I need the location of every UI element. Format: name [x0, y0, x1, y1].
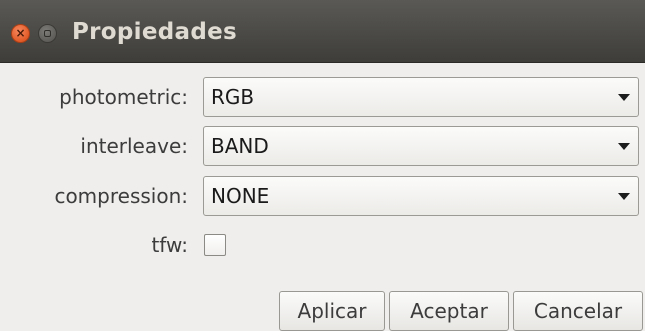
photometric-select[interactable]: RGB — [203, 77, 639, 117]
chevron-down-icon — [618, 94, 630, 101]
tfw-label: tfw: — [151, 233, 188, 257]
cancel-button[interactable]: Cancelar — [513, 291, 643, 331]
accept-button[interactable]: Aceptar — [389, 291, 509, 331]
apply-button[interactable]: Aplicar — [279, 291, 385, 331]
interleave-value: BAND — [211, 134, 269, 158]
interleave-label: interleave: — [80, 134, 188, 158]
chevron-down-icon — [618, 193, 630, 200]
interleave-select[interactable]: BAND — [203, 126, 639, 166]
tfw-checkbox[interactable] — [204, 234, 226, 256]
close-icon: × — [15, 26, 26, 40]
minimize-window-button[interactable] — [38, 24, 57, 43]
compression-value: NONE — [211, 184, 270, 208]
chevron-down-icon — [618, 143, 630, 150]
photometric-label: photometric: — [59, 85, 188, 109]
window-title: Propiedades — [72, 19, 237, 45]
photometric-value: RGB — [211, 85, 255, 109]
compression-select[interactable]: NONE — [203, 176, 639, 216]
compression-label: compression: — [54, 184, 188, 208]
title-bar: × Propiedades — [0, 0, 645, 63]
close-window-button[interactable]: × — [11, 24, 30, 43]
